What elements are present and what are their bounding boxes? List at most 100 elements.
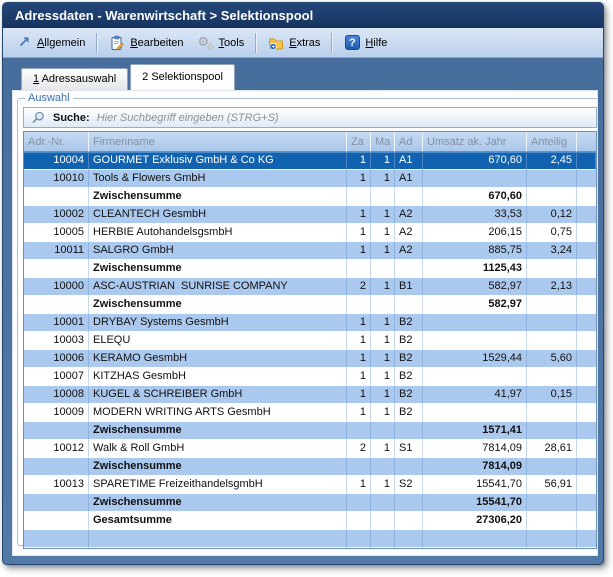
toolbar-button-bearbeiten[interactable]: Bearbeiten (102, 33, 190, 53)
cell-name: Zwischensumme (89, 260, 347, 278)
cell-umsatz (423, 530, 527, 548)
cell-umsatz: 206,15 (423, 224, 527, 242)
tab-selektionspool[interactable]: 2 Selektionspool (130, 64, 235, 90)
table-row[interactable]: 10008KUGEL & SCHREIBER GmbH11B241,970,15 (24, 386, 596, 404)
table-row[interactable]: 10010Tools & Flowers GmbH11A1 (24, 170, 596, 188)
cell-ad: B2 (395, 314, 423, 332)
table-row[interactable]: 10003ELEQU11B2 (24, 332, 596, 350)
cell-umsatz: 1529,44 (423, 350, 527, 368)
cell-nr: 10013 (24, 476, 89, 494)
cell-ad: A1 (395, 152, 423, 170)
cell-za: 1 (347, 224, 371, 242)
empty-row (24, 530, 596, 548)
table-row[interactable]: 10004GOURMET Exklusiv GmbH & Co KG11A167… (24, 152, 596, 170)
cell-anteilig (527, 332, 577, 350)
cell-name: CLEANTECH GesmbH (89, 206, 347, 224)
subtotal-row: Zwischensumme670,60 (24, 188, 596, 206)
cell-umsatz (423, 314, 527, 332)
toolbar-button-hilfe[interactable]: ?Hilfe (337, 33, 394, 53)
cell-ad (395, 512, 423, 530)
cell-umsatz (423, 170, 527, 188)
cell-name: KERAMO GesmbH (89, 350, 347, 368)
column-header-ma[interactable]: Ma (371, 132, 395, 152)
toolbar-button-extras[interactable]: Extras (261, 33, 327, 53)
cell-umsatz: 7814,09 (423, 458, 527, 476)
app-window: Adressdaten - Warenwirtschaft > Selektio… (2, 2, 604, 565)
total-row: Gesamtsumme27306,20 (24, 512, 596, 530)
table-row[interactable]: 10007KITZHAS GesmbH11B2 (24, 368, 596, 386)
cell-ma: 1 (371, 350, 395, 368)
cell-umsatz: 670,60 (423, 188, 527, 206)
cell-nr (24, 512, 89, 530)
toolbar-button-label: Tools (219, 37, 245, 49)
column-header-name[interactable]: Firmenname (89, 132, 347, 152)
cell-filler (577, 440, 596, 458)
column-header-za[interactable]: Za (347, 132, 371, 152)
cell-ma: 1 (371, 440, 395, 458)
cell-za: 1 (347, 170, 371, 188)
table-row[interactable]: 10012Walk & Roll GmbH21S17814,0928,61 (24, 440, 596, 458)
cell-filler (577, 296, 596, 314)
cell-filler (577, 368, 596, 386)
toolbar-separator (331, 33, 333, 53)
cell-anteilig (527, 494, 577, 512)
cell-filler (577, 512, 596, 530)
cell-name: Gesamtsumme (89, 512, 347, 530)
cell-za (347, 296, 371, 314)
cell-umsatz: 33,53 (423, 206, 527, 224)
cell-filler (577, 386, 596, 404)
cell-za (347, 188, 371, 206)
cell-ad: A2 (395, 242, 423, 260)
column-header-umsatz[interactable]: Umsatz ak. Jahr (423, 132, 527, 152)
cell-za: 1 (347, 476, 371, 494)
cell-za (347, 494, 371, 512)
cell-filler (577, 530, 596, 548)
cell-umsatz: 15541,70 (423, 476, 527, 494)
cell-za (347, 530, 371, 548)
cell-ad (395, 422, 423, 440)
search-input[interactable]: Hier Suchbegriff eingeben (STRG+S) (97, 112, 279, 124)
cell-name: ELEQU (89, 332, 347, 350)
cell-name: Zwischensumme (89, 458, 347, 476)
cell-umsatz: 1125,43 (423, 260, 527, 278)
column-header-anteilig[interactable]: Anteilig (527, 132, 577, 152)
cell-umsatz: 15541,70 (423, 494, 527, 512)
cell-filler (577, 494, 596, 512)
column-header-nr[interactable]: Adr.-Nr. (24, 132, 89, 152)
cell-anteilig (527, 188, 577, 206)
table-row[interactable]: 10011SALGRO GmbH11A2885,753,24 (24, 242, 596, 260)
cell-ma: 1 (371, 386, 395, 404)
cell-anteilig: 2,13 (527, 278, 577, 296)
table-row[interactable]: 10001DRYBAY Systems GesmbH11B2 (24, 314, 596, 332)
cell-anteilig (527, 512, 577, 530)
cell-ma: 1 (371, 476, 395, 494)
cell-za (347, 260, 371, 278)
cell-anteilig (527, 314, 577, 332)
cell-ma (371, 260, 395, 278)
cell-name: SALGRO GmbH (89, 242, 347, 260)
tab-adressauswahl[interactable]: 1 Adressauswahl (21, 68, 128, 90)
cell-za: 1 (347, 206, 371, 224)
table-row[interactable]: 10009MODERN WRITING ARTS GesmbH11B2 (24, 404, 596, 422)
table-row[interactable]: 10000ASC-AUSTRIAN SUNRISE COMPANY21B1582… (24, 278, 596, 296)
cell-ad: S1 (395, 440, 423, 458)
search-bar[interactable]: Suche: Hier Suchbegriff eingeben (STRG+S… (23, 107, 597, 128)
cell-ad: A1 (395, 170, 423, 188)
cell-anteilig (527, 530, 577, 548)
table-row[interactable]: 10005HERBIE AutohandelsgsmbH11A2206,150,… (24, 224, 596, 242)
toolbar-button-allgemein[interactable]: ↗Allgemein (9, 33, 92, 53)
cell-ma: 1 (371, 224, 395, 242)
cell-nr: 10003 (24, 332, 89, 350)
table-row[interactable]: 10013SPARETIME FreizeithandelsgmbH11S215… (24, 476, 596, 494)
cell-nr (24, 494, 89, 512)
cell-nr: 10010 (24, 170, 89, 188)
cell-umsatz: 41,97 (423, 386, 527, 404)
cell-nr: 10002 (24, 206, 89, 224)
cell-nr: 10011 (24, 242, 89, 260)
column-header-ad[interactable]: Ad (395, 132, 423, 152)
cell-ad (395, 260, 423, 278)
cell-za: 1 (347, 350, 371, 368)
toolbar-button-tools[interactable]: ⚙⚙Tools (191, 33, 252, 53)
table-row[interactable]: 10006KERAMO GesmbH11B21529,445,60 (24, 350, 596, 368)
table-row[interactable]: 10002CLEANTECH GesmbH11A233,530,12 (24, 206, 596, 224)
